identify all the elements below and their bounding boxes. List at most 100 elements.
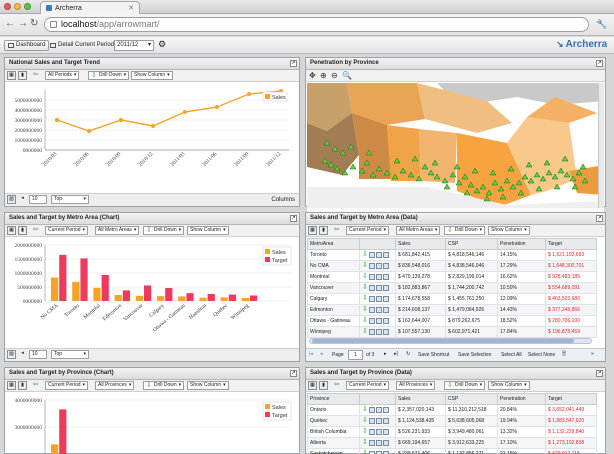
table-row[interactable]: Montréal ⇩ $ 470,139,278 $ 2,829,199,014 16.… — [307, 271, 597, 283]
select-all-button[interactable]: Select All — [501, 352, 522, 358]
drill-down-icon[interactable]: ⇩ — [362, 328, 368, 335]
back-arrow-icon[interactable]: ⇦ — [31, 381, 40, 390]
drill-down-icon[interactable]: ⇩ — [362, 262, 368, 269]
maximize-icon[interactable]: ↗ — [596, 60, 603, 67]
row-actions[interactable]: ⇩ — [359, 249, 396, 261]
table-row[interactable]: British Columbia ⇩ $ 526,231,933 $ 3,949,48… — [307, 426, 597, 438]
table-row[interactable]: Winnipeg ⇩ $ 107,557,130 $ 602,971,421 17.84… — [307, 326, 597, 338]
zoom-icon[interactable] — [382, 418, 389, 424]
tab-close-icon[interactable]: ✕ — [128, 4, 134, 12]
reload-icon[interactable]: ↻ — [30, 18, 38, 30]
table-row[interactable]: Ottawa - Gatineau ⇩ $ 162,644,007 $ 879,262… — [307, 315, 597, 327]
export-icon[interactable]: 🗎 — [562, 351, 566, 359]
prev-page-icon[interactable]: ◂ — [320, 351, 323, 357]
drill-down-icon[interactable]: ⇩ — [362, 273, 368, 280]
table-row[interactable]: Calgary ⇩ $ 174,678,558 $ 1,455,761,250 12.0… — [307, 293, 597, 305]
metro-area-select[interactable]: All Metro Areas ▾ — [95, 226, 140, 235]
table-row[interactable]: Edmonton ⇩ $ 214,608,137 $ 1,479,064,926 14.… — [307, 304, 597, 316]
more-icon[interactable]: » — [591, 351, 594, 357]
table-icon[interactable] — [375, 274, 382, 280]
table-row[interactable]: Saskatchewan ⇩ $ 239,571,406 $ 1,132,856,27… — [307, 448, 597, 454]
row-actions[interactable]: ⇩ — [359, 326, 396, 338]
metro-data-area-select[interactable]: All Metro Areas ▾ — [396, 226, 441, 235]
zoom-icon[interactable] — [382, 318, 389, 324]
drill-down-icon[interactable]: ⇩ — [362, 306, 368, 313]
column-header[interactable]: Target — [545, 393, 597, 405]
trend-count-field[interactable]: 10 — [29, 195, 47, 204]
select-none-button[interactable]: Select None — [528, 352, 555, 358]
row-action-icons[interactable]: ⇩ — [362, 306, 395, 313]
zoom-icon[interactable] — [382, 296, 389, 302]
chart-icon[interactable] — [368, 407, 375, 413]
row-actions[interactable]: ⇩ — [359, 271, 396, 283]
province-data-period-select[interactable]: Current Period ▾ — [346, 381, 390, 390]
row-actions[interactable]: ⇩ — [359, 415, 396, 427]
chart-icon[interactable] — [368, 263, 375, 269]
chart-icon[interactable] — [368, 307, 375, 313]
row-action-icons[interactable]: ⇩ — [362, 428, 395, 435]
table-icon[interactable] — [375, 296, 382, 302]
table-icon[interactable] — [375, 418, 382, 424]
table-icon[interactable] — [375, 329, 382, 335]
page-number-input[interactable]: 1 — [348, 350, 363, 360]
chart-view-icon[interactable]: ▮ — [18, 381, 27, 390]
map-scrollbar[interactable] — [598, 83, 604, 208]
province-drill-down-button[interactable]: ⇩ Drill Down ▾ — [143, 381, 185, 390]
chart-view-icon[interactable]: ▮ — [319, 226, 328, 235]
table-icon[interactable] — [375, 263, 382, 269]
dashboard-button[interactable]: Dashboard — [4, 40, 50, 51]
column-header[interactable]: MetroArea — [307, 238, 360, 250]
drill-down-icon[interactable]: ⇩ — [362, 295, 368, 302]
trend-show-column-button[interactable]: Show Column ▾ — [131, 71, 173, 80]
chart-view-icon[interactable]: ▮ — [319, 381, 328, 390]
save-selection-button[interactable]: Save Selection — [458, 352, 491, 358]
last-page-icon[interactable]: ▸| — [394, 351, 398, 357]
row-action-icons[interactable]: ⇩ — [362, 328, 395, 335]
metro-data-drill-down-button[interactable]: ⇩ Drill Down ▾ — [444, 226, 486, 235]
row-actions[interactable]: ⇩ — [359, 304, 396, 316]
row-actions[interactable]: ⇩ — [359, 448, 396, 454]
volume-icon[interactable]: ◂ — [18, 195, 27, 204]
detail-button[interactable]: Detail — [47, 40, 76, 51]
column-header[interactable]: Target — [545, 238, 597, 250]
settings-gear-icon[interactable]: ⚙ — [158, 39, 166, 50]
chart-icon[interactable] — [368, 318, 375, 324]
row-action-icons[interactable]: ⇩ — [362, 262, 395, 269]
metro-period-select[interactable]: Current Period ▾ — [45, 226, 89, 235]
table-view-icon[interactable]: ▦ — [308, 226, 317, 235]
column-header[interactable]: Sales — [395, 238, 446, 250]
table-row[interactable]: Ontario ⇩ $ 2,357,020,143 $ 11,310,212,518 2… — [307, 404, 597, 416]
back-arrow-icon[interactable]: ⇦ — [31, 226, 40, 235]
zoom-icon[interactable] — [382, 263, 389, 269]
chart-icon[interactable] — [368, 440, 375, 446]
table-row[interactable]: No CMA ⇩ $ 836,548,016 $ 4,838,546,046 17.29… — [307, 260, 597, 272]
row-action-icons[interactable]: ⇩ — [362, 317, 395, 324]
table-icon[interactable] — [375, 318, 382, 324]
row-action-icons[interactable]: ⇩ — [362, 417, 395, 424]
period-select[interactable]: 2011/12 ▾ — [114, 40, 154, 51]
metro-drill-down-button[interactable]: ⇩ Drill Down ▾ — [143, 226, 185, 235]
volume-icon[interactable]: ◂ — [18, 350, 27, 359]
chart-icon[interactable] — [368, 329, 375, 335]
row-actions[interactable]: ⇩ — [359, 293, 396, 305]
row-action-icons[interactable]: ⇩ — [362, 295, 395, 302]
row-actions[interactable]: ⇩ — [359, 437, 396, 449]
maximize-icon[interactable]: ↗ — [290, 370, 297, 377]
back-arrow-icon[interactable]: ⇦ — [332, 226, 341, 235]
row-actions[interactable]: ⇩ — [359, 426, 396, 438]
chart-icon[interactable] — [368, 429, 375, 435]
maximize-icon[interactable]: ↗ — [290, 215, 297, 222]
zoom-window-button[interactable] — [24, 3, 31, 10]
column-header[interactable]: Sales — [395, 393, 446, 405]
back-arrow-icon[interactable]: ⇦ — [332, 381, 341, 390]
trend-period-select[interactable]: All Periods ▾ — [45, 71, 80, 80]
chart-icon[interactable] — [368, 296, 375, 302]
metro-top-select[interactable]: Top ▾ — [51, 350, 89, 359]
table-row[interactable]: Toronto ⇩ $ 681,842,415 $ 4,818,546,146 14.1… — [307, 249, 597, 261]
zoom-out-icon[interactable]: ⊖ — [331, 71, 338, 80]
back-arrow-icon[interactable]: ⇦ — [31, 71, 40, 80]
row-action-icons[interactable]: ⇩ — [362, 273, 395, 280]
chart-icon[interactable] — [368, 252, 375, 258]
close-window-button[interactable] — [4, 3, 11, 10]
browser-tab[interactable]: Archerra ✕ — [40, 1, 140, 14]
